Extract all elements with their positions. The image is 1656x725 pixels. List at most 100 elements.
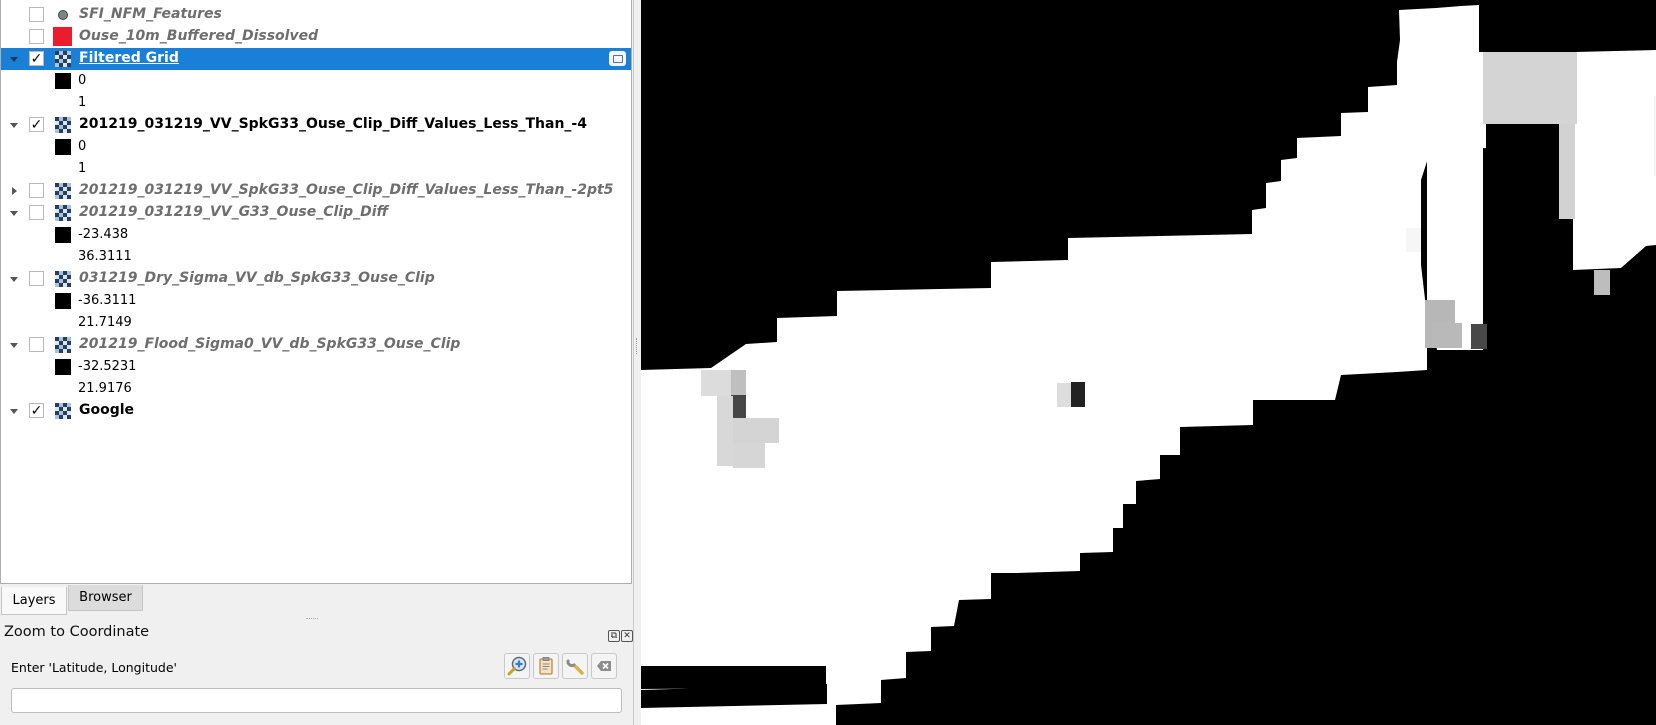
map-canvas[interactable]: [641, 0, 1656, 725]
raster-layer-icon: [55, 271, 71, 287]
dark-raster-cell: [1071, 382, 1085, 407]
settings-button[interactable]: [562, 653, 588, 679]
raster-layer-icon: [55, 183, 71, 199]
layer-visibility-checkbox[interactable]: [29, 205, 44, 220]
grey-raster-cell: [731, 370, 746, 395]
collapse-arrow-icon[interactable]: [10, 343, 18, 348]
grey-raster-cell: [717, 396, 733, 466]
layers-tree[interactable]: SFI_NFM_Features Ouse_10m_Buffered_Dissol…: [0, 0, 632, 584]
clear-button[interactable]: [591, 653, 617, 679]
layer-name[interactable]: Ouse_10m_Buffered_Dissolved: [79, 28, 318, 44]
legend-item: 0: [1, 70, 631, 92]
layer-name[interactable]: 201219_031219_VV_SpkG33_Ouse_Clip_Diff_V…: [79, 116, 587, 132]
dock-resize-grip[interactable]: [306, 618, 318, 619]
legend-swatch: [55, 227, 71, 243]
layer-visibility-checkbox[interactable]: ✓: [29, 117, 44, 132]
collapse-arrow-icon[interactable]: [10, 409, 18, 414]
grey-raster-cell: [1559, 124, 1575, 219]
layer-visibility-checkbox[interactable]: ✓: [29, 403, 44, 418]
coordinate-tool-buttons: [504, 653, 617, 679]
layer-row[interactable]: 201219_031219_VV_SpkG33_Ouse_Clip_Diff_V…: [1, 180, 631, 202]
raster-layer-icon: [55, 205, 71, 221]
legend-item: -32.5231: [1, 356, 631, 378]
zoom-to-coordinate-title: Zoom to Coordinate: [4, 624, 150, 640]
zoom-to-icon: [507, 656, 527, 676]
legend-swatch: [55, 73, 71, 89]
splitter-grip[interactable]: [636, 338, 637, 354]
raster-layer-icon: [55, 337, 71, 353]
dark-raster-cell: [731, 395, 746, 418]
legend-item: 1: [1, 92, 631, 114]
layer-visibility-checkbox[interactable]: [29, 271, 44, 286]
float-dock-icon[interactable]: ⧉: [608, 630, 620, 642]
layer-name[interactable]: 031219_Dry_Sigma_VV_db_SpkG33_Ouse_Clip: [79, 270, 435, 286]
grey-raster-cell: [1594, 270, 1610, 295]
point-layer-icon: [58, 10, 68, 20]
collapse-arrow-icon[interactable]: [10, 123, 18, 128]
paste-icon: [539, 657, 553, 675]
layer-name[interactable]: Filtered Grid: [79, 50, 179, 66]
layer-name[interactable]: Google: [79, 402, 134, 418]
tab-layers[interactable]: Layers: [1, 587, 67, 615]
expand-arrow-icon[interactable]: [12, 187, 17, 195]
left-dock-panel: SFI_NFM_Features Ouse_10m_Buffered_Dissol…: [0, 0, 640, 725]
layer-row[interactable]: 031219_Dry_Sigma_VV_db_SpkG33_Ouse_Clip: [1, 268, 631, 290]
legend-value: 21.9176: [78, 381, 132, 396]
layer-visibility-checkbox[interactable]: [29, 337, 44, 352]
dark-raster-cell: [1471, 324, 1487, 349]
grey-raster-cell: [733, 443, 765, 468]
layer-visibility-checkbox[interactable]: [29, 183, 44, 198]
layer-row[interactable]: ✓ Google: [1, 400, 631, 422]
legend-item: 36.3111: [1, 246, 631, 268]
layer-row[interactable]: ✓ 201219_031219_VV_SpkG33_Ouse_Clip_Diff_…: [1, 114, 631, 136]
legend-value: 0: [78, 73, 87, 88]
layer-row[interactable]: SFI_NFM_Features: [1, 4, 631, 26]
layer-row[interactable]: 201219_Flood_Sigma0_VV_db_SpkG33_Ouse_Cl…: [1, 334, 631, 356]
layer-row[interactable]: 201219_031219_VV_G33_Ouse_Clip_Diff: [1, 202, 631, 224]
layer-row[interactable]: ✓ Filtered Grid: [1, 48, 631, 70]
grey-raster-cell: [1432, 323, 1462, 348]
raster-layer-icon: [55, 51, 71, 67]
legend-value: 0: [78, 139, 87, 154]
black-raster-area: [641, 684, 827, 708]
layer-indicator-icon[interactable]: [609, 51, 626, 66]
grey-raster-cell: [733, 418, 779, 443]
raster-layer-icon: [55, 403, 71, 419]
legend-value: 1: [78, 161, 87, 176]
collapse-arrow-icon[interactable]: [10, 211, 18, 216]
layer-name[interactable]: 201219_031219_VV_G33_Ouse_Clip_Diff: [79, 204, 388, 220]
panel-splitter[interactable]: [633, 0, 640, 725]
layer-row[interactable]: Ouse_10m_Buffered_Dissolved: [1, 26, 631, 48]
tab-browser[interactable]: Browser: [68, 585, 143, 611]
raster-map: [641, 5, 1656, 725]
grey-raster-cell: [1057, 383, 1071, 407]
settings-wrench-icon: [566, 659, 584, 675]
layer-visibility-checkbox[interactable]: [29, 29, 44, 44]
legend-value: -23.438: [78, 227, 129, 242]
grey-raster-cell: [1406, 228, 1421, 252]
clear-icon: [597, 661, 611, 671]
grey-raster-cell: [1483, 52, 1577, 124]
legend-swatch: [55, 293, 71, 309]
white-raster-block: [1573, 50, 1656, 270]
collapse-arrow-icon[interactable]: [10, 277, 18, 282]
legend-value: -36.3111: [78, 293, 137, 308]
legend-value: 36.3111: [78, 249, 132, 264]
legend-item: 21.9176: [1, 378, 631, 400]
legend-swatch: [55, 359, 71, 375]
polygon-symbol-icon: [53, 27, 72, 46]
layer-visibility-checkbox[interactable]: ✓: [29, 51, 44, 66]
coordinate-input[interactable]: [11, 688, 622, 713]
grey-raster-cell: [701, 370, 731, 396]
zoom-to-button[interactable]: [504, 653, 530, 679]
layer-name[interactable]: 201219_Flood_Sigma0_VV_db_SpkG33_Ouse_Cl…: [79, 336, 460, 352]
layer-name[interactable]: 201219_031219_VV_SpkG33_Ouse_Clip_Diff_V…: [79, 182, 613, 198]
legend-value: -32.5231: [78, 359, 137, 374]
collapse-arrow-icon[interactable]: [10, 57, 18, 62]
paste-button[interactable]: [533, 653, 559, 679]
legend-item: 0: [1, 136, 631, 158]
layer-name[interactable]: SFI_NFM_Features: [79, 6, 222, 22]
close-dock-icon[interactable]: ✕: [621, 630, 633, 642]
legend-item: -23.438: [1, 224, 631, 246]
layer-visibility-checkbox[interactable]: [29, 7, 44, 22]
